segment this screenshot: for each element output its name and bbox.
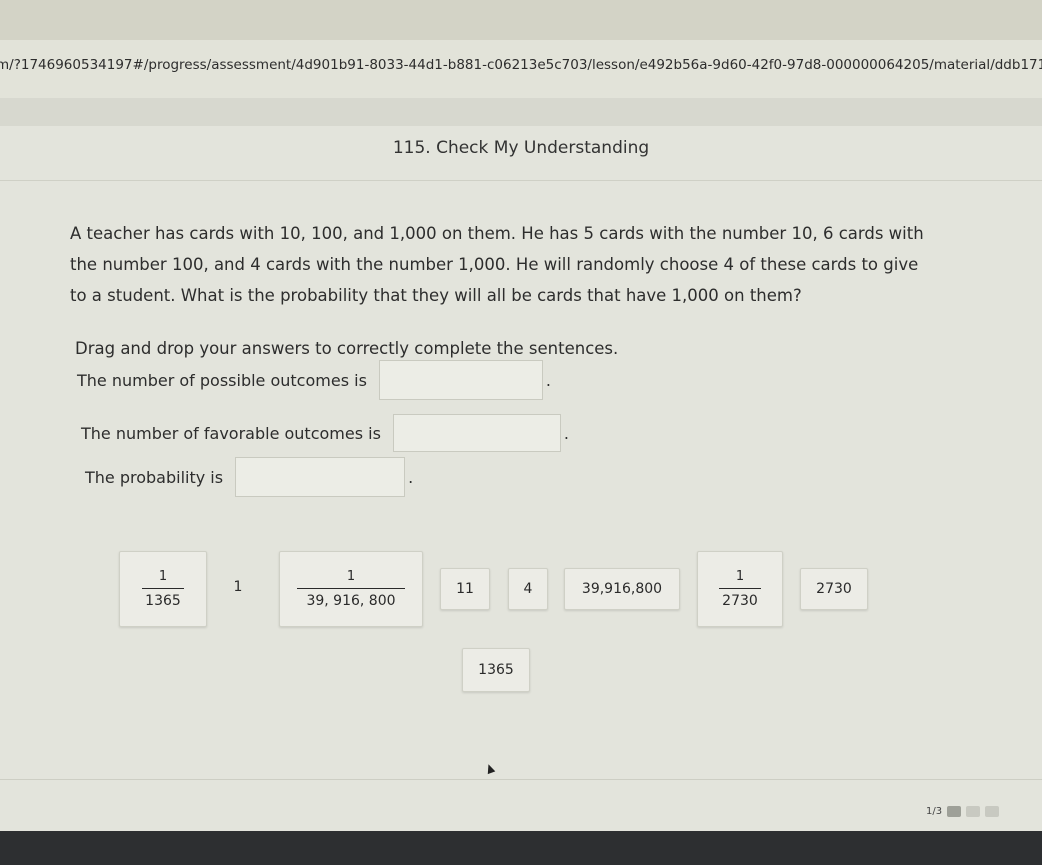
sentence-period: .: [545, 370, 551, 390]
title-row: 115. Check My Understanding: [0, 126, 1042, 181]
fraction-bar: [297, 587, 405, 590]
fraction: 1 39, 916, 800: [297, 568, 405, 610]
question-text: A teacher has cards with 10, 100, and 1,…: [70, 224, 924, 305]
sentence-possible-outcomes: The number of possible outcomes is .: [77, 360, 551, 400]
tile-1365[interactable]: 1365: [462, 648, 530, 692]
sentence-favorable-outcomes: The number of favorable outcomes is .: [81, 414, 569, 452]
pagination: 1/3: [926, 806, 1000, 817]
tile-11[interactable]: 11: [440, 568, 490, 610]
tile-2730[interactable]: 2730: [800, 568, 868, 610]
sentence-probability: The probability is .: [85, 457, 413, 497]
tile-39916800[interactable]: 39,916,800: [564, 568, 680, 610]
sentence-probability-label: The probability is: [85, 467, 224, 487]
sentence-favorable-label: The number of favorable outcomes is: [81, 423, 381, 443]
tile-fraction-1-over-1365[interactable]: 1 1365: [119, 551, 207, 627]
sentence-period: .: [408, 467, 414, 487]
page-header-strip: [0, 98, 1042, 126]
page-title: 115. Check My Understanding: [392, 138, 650, 158]
lesson-content: 115. Check My Understanding A teacher ha…: [0, 126, 1042, 831]
url-text[interactable]: m/?1746960534197#/progress/assessment/4d…: [0, 57, 1042, 73]
fraction-numerator: 1: [735, 568, 745, 584]
fraction-bar: [719, 587, 761, 590]
tile-fraction-1-over-2730[interactable]: 1 2730: [697, 551, 783, 627]
instruction-text: Drag and drop your answers to correctly …: [75, 339, 619, 358]
divider: [0, 779, 1042, 780]
drop-zone-possible-outcomes[interactable]: [378, 360, 543, 400]
tile-1[interactable]: 1: [222, 570, 254, 604]
sentence-period: .: [563, 423, 570, 443]
fraction-denominator: 39, 916, 800: [306, 593, 396, 610]
fraction: 1 2730: [719, 568, 761, 610]
browser-top-bar: [0, 0, 1042, 40]
fraction-denominator: 1365: [145, 593, 181, 610]
tile-4[interactable]: 4: [508, 568, 548, 610]
fraction-numerator: 1: [158, 568, 168, 584]
mouse-cursor: [484, 762, 496, 775]
address-bar[interactable]: m/?1746960534197#/progress/assessment/4d…: [0, 40, 1042, 99]
fraction: 1 1365: [142, 568, 184, 610]
fraction-denominator: 2730: [722, 593, 758, 610]
fraction-numerator: 1: [346, 568, 356, 584]
tile-fraction-1-over-39916800[interactable]: 1 39, 916, 800: [279, 551, 423, 627]
bottom-bar: [0, 831, 1042, 865]
page-indicator-3[interactable]: [985, 806, 1000, 817]
drop-zone-favorable-outcomes[interactable]: [392, 414, 561, 452]
fraction-bar: [142, 587, 184, 590]
drop-zone-probability[interactable]: [235, 457, 406, 497]
sentence-possible-label: The number of possible outcomes is: [77, 370, 367, 390]
page-indicator-1[interactable]: [947, 806, 962, 817]
pagination-label: 1/3: [926, 806, 943, 817]
page-indicator-2[interactable]: [966, 806, 981, 817]
